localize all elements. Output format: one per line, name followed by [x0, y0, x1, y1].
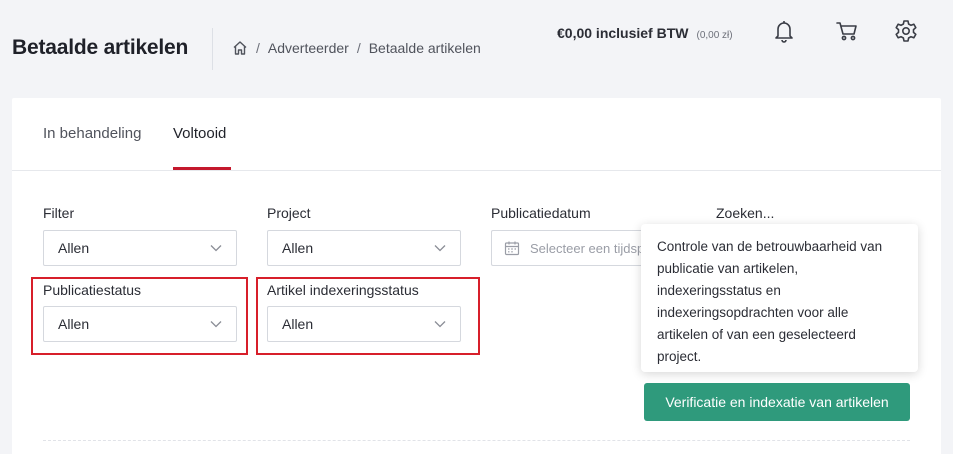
publication-date-label: Publicatiedatum [491, 205, 591, 221]
filter-select-value: Allen [58, 240, 90, 256]
project-label: Project [267, 205, 311, 221]
verify-index-button[interactable]: Verificatie en indexatie van artikelen [644, 383, 910, 421]
breadcrumb-item-advertiser[interactable]: Adverteerder [268, 40, 349, 56]
balance: €0,00 inclusief BTW (0,00 zł) [557, 25, 733, 41]
home-icon[interactable] [232, 40, 248, 56]
cart-icon[interactable] [834, 18, 860, 44]
balance-currency: (0,00 zł) [696, 30, 733, 41]
section-divider [43, 440, 910, 441]
tab-bar: In behandeling Voltooid [12, 98, 941, 171]
breadcrumb-item-current: Betaalde artikelen [368, 40, 481, 56]
page-title: Betaalde artikelen [12, 36, 189, 59]
filter-select[interactable]: Allen [43, 230, 237, 266]
verification-tooltip: Controle van de betrouwbaarheid van publ… [641, 224, 918, 372]
search-label: Zoeken... [716, 205, 775, 221]
filter-label: Filter [43, 205, 75, 221]
indexing-status-highlight [256, 277, 480, 355]
chevron-down-icon [434, 245, 446, 252]
breadcrumb: / Adverteerder / Betaalde artikelen [232, 40, 481, 56]
project-select[interactable]: Allen [267, 230, 461, 266]
tab-completed[interactable]: Voltooid [173, 125, 226, 142]
publication-date-input[interactable]: Selecteer een tijdsperiode [491, 230, 651, 266]
calendar-icon [504, 241, 520, 256]
top-bar: Betaalde artikelen / Adverteerder / Beta… [0, 0, 953, 98]
tooltip-text: Controle van de betrouwbaarheid van publ… [657, 239, 883, 364]
bell-icon[interactable] [771, 18, 797, 44]
project-select-value: Allen [282, 240, 314, 256]
title-divider [212, 28, 213, 70]
publication-date-placeholder: Selecteer een tijdsperiode [530, 240, 651, 256]
publication-status-highlight [31, 277, 248, 355]
chevron-down-icon [210, 245, 222, 252]
breadcrumb-separator: / [256, 40, 260, 56]
balance-amount: €0,00 inclusief BTW [557, 25, 689, 41]
breadcrumb-separator: / [356, 40, 361, 56]
active-tab-indicator [173, 167, 231, 170]
tab-in-progress[interactable]: In behandeling [43, 125, 141, 142]
gear-icon[interactable] [893, 18, 919, 44]
